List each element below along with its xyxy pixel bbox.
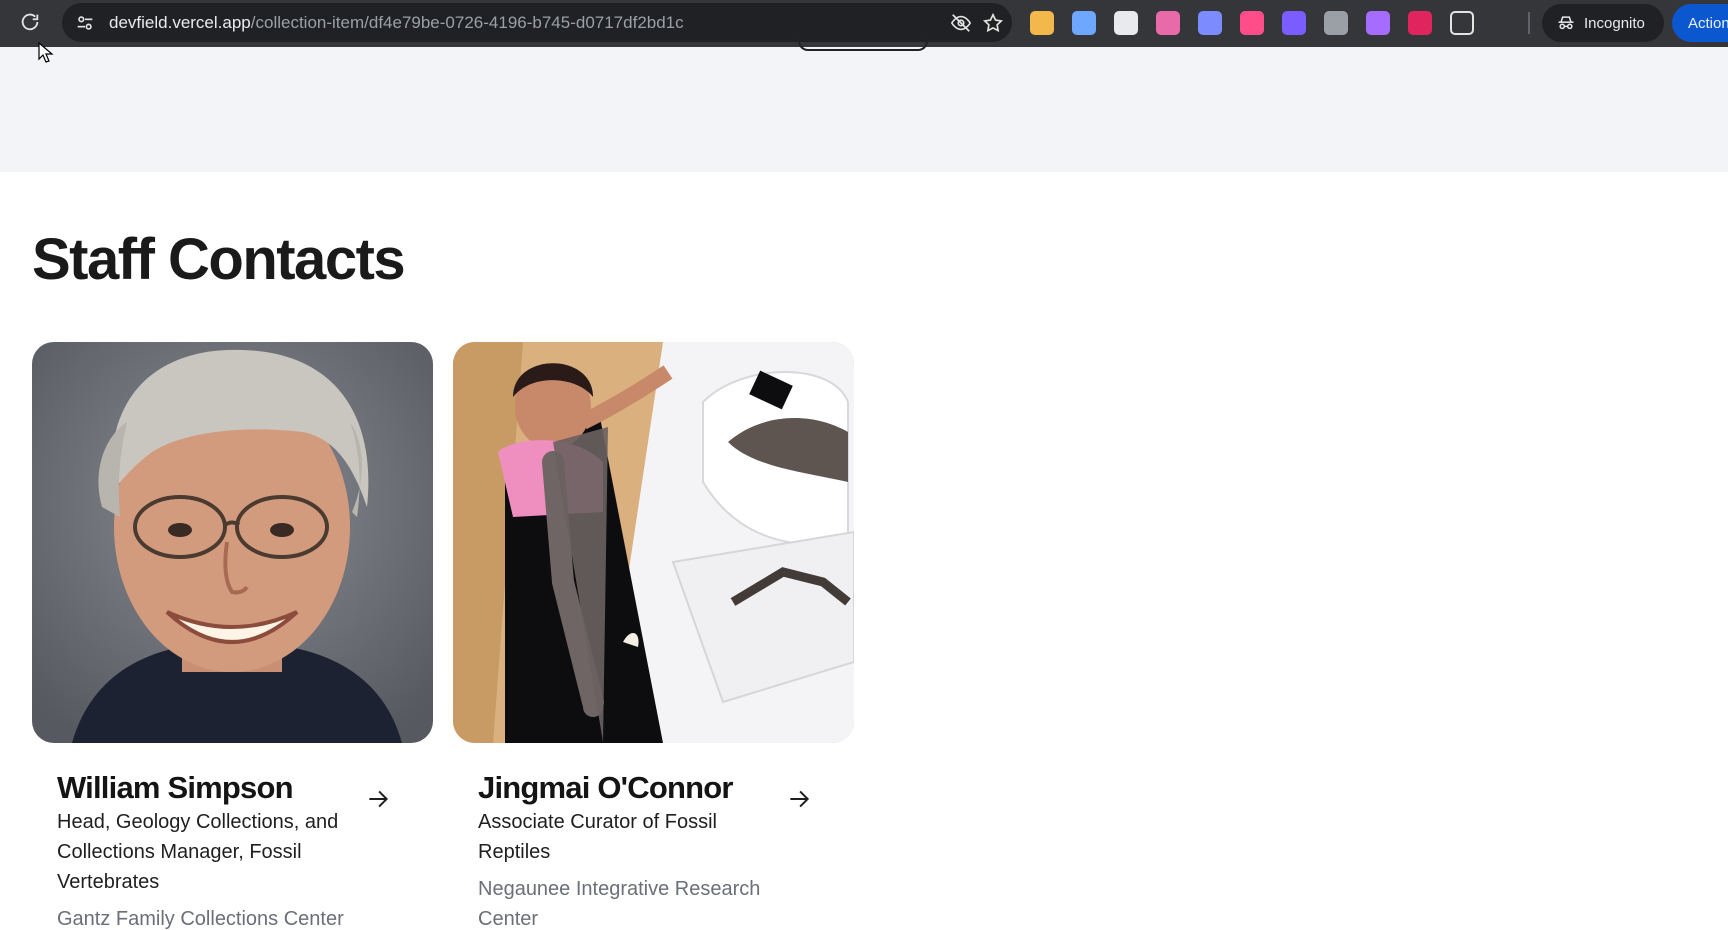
video-extension-icon[interactable] — [1240, 11, 1264, 35]
docs-extension-icon[interactable] — [1072, 11, 1096, 35]
arrow-right-icon[interactable] — [786, 786, 814, 814]
staff-title: Associate Curator of Fossil Reptiles — [478, 811, 717, 863]
color-extension-icon[interactable] — [1282, 11, 1306, 35]
notes-extension-icon[interactable] — [1030, 11, 1054, 35]
arrow-right-icon[interactable] — [365, 786, 393, 814]
gradient-extension-icon[interactable] — [1156, 11, 1180, 35]
compass-extension-icon[interactable] — [1324, 11, 1348, 35]
eye-off-icon[interactable] — [950, 12, 972, 34]
staff-name[interactable]: William Simpson — [57, 770, 294, 806]
record-extension-icon[interactable] — [1114, 11, 1138, 35]
url-path: /collection-item/df4e79be-0726-4196-b745… — [250, 13, 684, 32]
incognito-button[interactable]: Incognito — [1542, 4, 1664, 42]
hero-band — [0, 37, 1728, 172]
puzzle-extensions-icon[interactable] — [1450, 11, 1474, 35]
incognito-icon — [1558, 16, 1574, 30]
bookmark-star-icon[interactable] — [982, 12, 1004, 34]
site-info-icon[interactable] — [74, 12, 96, 34]
section-heading: Staff Contacts — [32, 227, 406, 292]
reload-icon[interactable] — [18, 10, 42, 34]
toolbar-divider — [1528, 12, 1530, 34]
staff-photo[interactable] — [32, 342, 433, 743]
staff-department: Gantz Family Collections Center — [57, 908, 344, 930]
staff-card[interactable]: William Simpson Head, Geology Collection… — [32, 342, 433, 930]
staff-title: Head, Geology Collections, and Collectio… — [57, 811, 339, 893]
lens-extension-icon[interactable] — [1366, 11, 1390, 35]
shield-extension-icon[interactable] — [1408, 11, 1432, 35]
staff-card[interactable]: Jingmai O'Connor Associate Curator of Fo… — [453, 342, 854, 930]
url-host: devfield.vercel.app — [109, 13, 251, 32]
extensions-row — [1030, 11, 1474, 35]
band-button-edge[interactable] — [798, 37, 928, 51]
eyedropper-extension-icon[interactable] — [1198, 11, 1222, 35]
staff-photo[interactable] — [453, 342, 854, 743]
incognito-label: Incognito — [1584, 14, 1645, 32]
staff-department: Negaunee Integrative Research Center — [478, 878, 761, 930]
mouse-cursor-icon — [38, 42, 54, 63]
staff-name[interactable]: Jingmai O'Connor — [478, 770, 733, 806]
actions-label: Action — [1688, 14, 1728, 32]
actions-button[interactable]: Action — [1672, 4, 1728, 42]
url-text[interactable]: devfield.vercel.app/collection-item/df4e… — [109, 13, 684, 33]
